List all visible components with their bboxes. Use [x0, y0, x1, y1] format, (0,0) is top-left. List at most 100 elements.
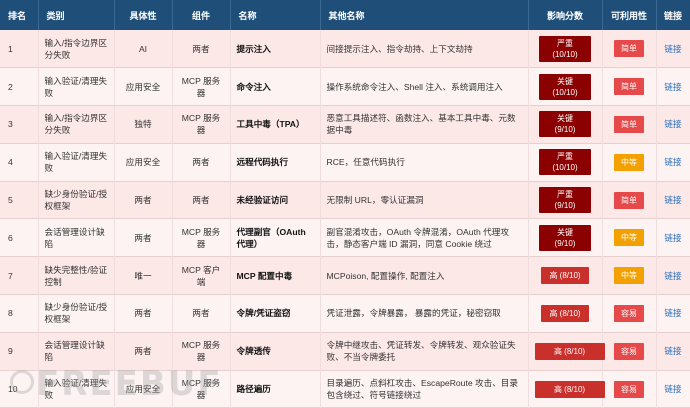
reference-link[interactable]: 链接: [664, 119, 681, 129]
impact-badge: 高 (8/10): [541, 267, 589, 285]
cell-link: 链接: [656, 105, 690, 144]
cell-category: 会话管理设计缺陷: [38, 218, 115, 257]
impact-badge: 高 (8/10): [534, 342, 605, 360]
cell-rank: 2: [0, 67, 39, 106]
table-row: 6 会话管理设计缺陷 两者 MCP 服务器 代理副官（OAuth 代理） 副官混淆攻击，O…: [0, 218, 690, 257]
cell-usability: 中等: [602, 218, 657, 257]
table-row: 1 输入/指令边界区分失败 AI 两者 提示注入 间接提示注入、指令劫持、上下文劫持 严重 …: [0, 30, 690, 68]
cell-component: 两者: [172, 30, 231, 68]
cell-name: 令牌/凭证盗窃: [230, 294, 321, 333]
table-row: 9 会话管理设计缺陷 两者 MCP 服务器 令牌透传 令牌中继攻击、凭证转发、令牌转发、观…: [0, 332, 690, 371]
vulnerability-table: 排名 类别 具体性 组件 名称 其他名称 影响分数 可利用性 链接 1 输入/指令…: [0, 0, 690, 408]
impact-badge: 高 (8/10): [534, 380, 605, 398]
header-usability[interactable]: 可利用性: [602, 0, 657, 30]
impact-badge: 高 (8/10): [541, 304, 589, 322]
cell-impact: 高 (8/10): [528, 332, 605, 371]
impact-badge: 严重 (10/10): [539, 35, 591, 62]
reference-link[interactable]: 链接: [664, 195, 681, 205]
header-specificity[interactable]: 具体性: [114, 0, 173, 30]
reference-link[interactable]: 链接: [664, 271, 681, 281]
cell-name: MCP 配置中毒: [230, 256, 321, 295]
cell-link: 链接: [656, 218, 690, 257]
cell-usability: 简单: [602, 181, 657, 219]
header-link[interactable]: 链接: [656, 0, 690, 30]
header-impact[interactable]: 影响分数: [528, 0, 603, 30]
cell-rank: 5: [0, 181, 39, 219]
cell-category: 缺少身份验证/授权框架: [38, 294, 115, 333]
cell-other-names: 操作系统命令注入、Shell 注入、系统调用注入: [320, 67, 529, 106]
reference-link[interactable]: 链接: [664, 82, 681, 92]
usability-badge: 中等: [614, 229, 644, 247]
impact-badge: 严重 (10/10): [539, 149, 591, 176]
header-other-names[interactable]: 其他名称: [320, 0, 529, 30]
cell-other-names: RCE，任意代码执行: [320, 143, 529, 182]
cell-other-names: 目录遍历、点斜杠攻击、EscapeRoute 攻击、目录包含绕过、符号链接绕过: [320, 370, 529, 408]
usability-badge: 简单: [614, 78, 644, 96]
cell-usability: 中等: [602, 143, 657, 182]
table-row: 3 输入/指令边界区分失败 独特 MCP 服务器 工具中毒（TPA） 恶意工具描述符、函数…: [0, 105, 690, 144]
cell-rank: 8: [0, 294, 39, 333]
table-row: 2 输入验证/清理失败 应用安全 MCP 服务器 命令注入 操作系统命令注入、Shell …: [0, 67, 690, 106]
cell-link: 链接: [656, 256, 690, 295]
usability-badge: 中等: [614, 153, 644, 171]
usability-badge: 简单: [614, 40, 644, 58]
table-row: 7 缺失完整性/验证控制 唯一 MCP 客户端 MCP 配置中毒 MCPoison, 配置…: [0, 256, 690, 295]
cell-link: 链接: [656, 294, 690, 333]
impact-badge: 关键 (9/10): [539, 224, 591, 251]
cell-impact: 关键 (9/10): [528, 218, 603, 257]
cell-usability: 中等: [602, 256, 657, 295]
header-rank[interactable]: 排名: [0, 0, 39, 30]
cell-specificity: 两者: [114, 218, 173, 257]
cell-specificity: 两者: [114, 294, 173, 333]
impact-badge: 关键 (9/10): [539, 111, 591, 138]
cell-category: 输入/指令边界区分失败: [38, 105, 115, 144]
cell-specificity: 两者: [114, 332, 173, 371]
cell-usability: 容易: [602, 294, 657, 333]
cell-specificity: 唯一: [114, 256, 173, 295]
reference-link[interactable]: 链接: [664, 233, 681, 243]
watermark-logo-icon: [10, 370, 34, 394]
cell-impact: 严重 (10/10): [528, 143, 603, 182]
usability-badge: 中等: [614, 267, 644, 285]
header-category[interactable]: 类别: [38, 0, 115, 30]
impact-badge: 关键 (10/10): [539, 73, 591, 100]
cell-impact: 高 (8/10): [528, 370, 605, 408]
cell-impact: 关键 (9/10): [528, 105, 603, 144]
reference-link[interactable]: 链接: [664, 308, 681, 318]
cell-usability: 简单: [602, 30, 657, 68]
cell-specificity: 独特: [114, 105, 173, 144]
cell-link: 链接: [656, 332, 690, 371]
cell-other-names: MCPoison, 配置操作, 配置注入: [320, 256, 529, 295]
cell-category: 会话管理设计缺陷: [38, 332, 115, 371]
cell-name: 未经验证访问: [230, 181, 321, 219]
reference-link[interactable]: 链接: [664, 157, 681, 167]
usability-badge: 容易: [614, 380, 644, 398]
cell-impact: 严重 (9/10): [528, 181, 603, 219]
cell-usability: 简单: [602, 67, 657, 106]
cell-link: 链接: [656, 181, 690, 219]
reference-link[interactable]: 链接: [664, 346, 681, 356]
cell-name: 提示注入: [230, 30, 321, 68]
cell-link: 链接: [656, 143, 690, 182]
cell-other-names: 凭证泄露，令牌暴露， 暴露的凭证，秘密窃取: [320, 294, 529, 333]
cell-usability: 容易: [602, 370, 657, 408]
header-component[interactable]: 组件: [172, 0, 231, 30]
cell-name: 路径遍历: [230, 370, 321, 408]
cell-impact: 高 (8/10): [528, 256, 603, 295]
cell-other-names: 恶意工具描述符、函数注入、基本工具中毒、元数据中毒: [320, 105, 529, 144]
cell-specificity: 应用安全: [114, 370, 173, 408]
usability-badge: 简单: [614, 115, 644, 133]
cell-name: 令牌透传: [230, 332, 321, 371]
usability-badge: 容易: [614, 304, 644, 322]
cell-impact: 关键 (10/10): [528, 67, 603, 106]
cell-name: 远程代码执行: [230, 143, 321, 182]
cell-component: 两者: [172, 181, 231, 219]
cell-component: MCP 服务器: [172, 332, 231, 371]
cell-impact: 高 (8/10): [528, 294, 603, 333]
header-name[interactable]: 名称: [230, 0, 321, 30]
cell-usability: 简单: [602, 105, 657, 144]
reference-link[interactable]: 链接: [664, 384, 681, 394]
cell-specificity: 应用安全: [114, 143, 173, 182]
cell-other-names: 令牌中继攻击、凭证转发、令牌转发、观众验证失败、不当令牌委托: [320, 332, 529, 371]
reference-link[interactable]: 链接: [664, 44, 681, 54]
